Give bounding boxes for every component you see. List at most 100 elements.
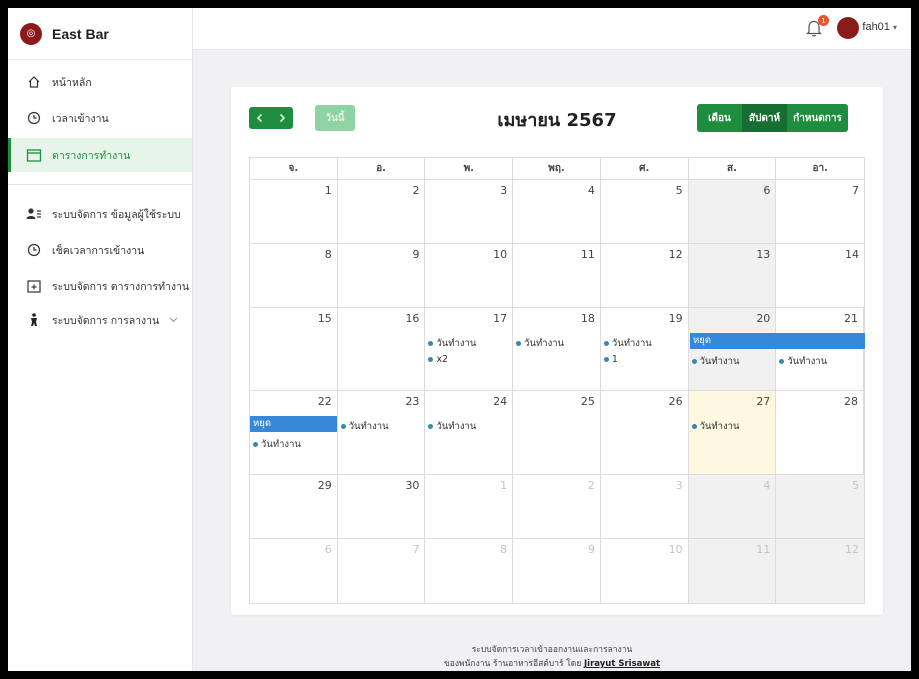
event-label: วันทำงาน: [611, 338, 652, 349]
sidebar-item-check-attendance[interactable]: เช็คเวลาการเข้างาน: [8, 236, 192, 264]
day-cell[interactable]: 22 วันทำงาน: [250, 391, 338, 474]
brand[interactable]: ◎ East Bar: [8, 8, 192, 60]
event-workday[interactable]: วันทำงาน: [253, 437, 301, 452]
day-cell[interactable]: 13: [688, 244, 777, 307]
sidebar-item-schedule-management[interactable]: ระบบจัดการ ตารางการทำงาน: [8, 272, 192, 300]
day-number: 16: [405, 312, 420, 325]
day-cell[interactable]: 18 วันทำงาน: [513, 308, 601, 390]
event-workday[interactable]: วันทำงาน: [691, 354, 740, 369]
event-x2[interactable]: x2: [428, 354, 448, 365]
day-cell[interactable]: 8: [425, 539, 514, 603]
day-cell[interactable]: 15: [250, 308, 338, 390]
sidebar-item-work-schedule[interactable]: ตารางการทำงาน: [8, 138, 192, 172]
day-cell[interactable]: 29: [250, 475, 338, 538]
day-cell[interactable]: 2: [513, 475, 601, 538]
sidebar-item-leave-management[interactable]: ระบบจัดการ การลางาน: [8, 306, 192, 334]
day-cell[interactable]: 7: [776, 180, 864, 243]
day-cell[interactable]: 8: [250, 244, 338, 307]
day-number: 20: [756, 312, 771, 325]
event-workday[interactable]: วันทำงาน: [428, 336, 476, 351]
day-cell[interactable]: 10: [601, 539, 689, 603]
weekday-label: พ.: [425, 158, 514, 179]
day-number: 5: [675, 184, 683, 197]
day-cell[interactable]: 19 วันทำงาน 1: [601, 308, 689, 390]
day-cell[interactable]: 24 วันทำงาน: [425, 391, 514, 474]
sidebar-item-checkin-time[interactable]: เวลาเข้างาน: [8, 104, 192, 132]
event-workday[interactable]: วันทำงาน: [428, 419, 476, 434]
event-workday[interactable]: วันทำงาน: [779, 354, 827, 369]
event-workday[interactable]: วันทำงาน: [603, 336, 652, 351]
weekday-header: จ. อ. พ. พฤ. ศ. ส. อา.: [250, 158, 864, 180]
day-number: 15: [317, 312, 332, 325]
event-one[interactable]: 1: [603, 354, 618, 365]
day-cell[interactable]: 12: [776, 539, 865, 603]
day-cell[interactable]: 20 วันทำงาน: [688, 308, 777, 390]
day-number: 26: [668, 395, 683, 408]
author-link[interactable]: Jirayut Srisawat: [584, 659, 660, 669]
day-cell[interactable]: 4: [513, 180, 601, 243]
day-cell[interactable]: 2: [338, 180, 426, 243]
day-cell[interactable]: 11: [513, 244, 601, 307]
day-cell[interactable]: 4: [688, 475, 777, 538]
day-cell[interactable]: 1: [250, 180, 338, 243]
sidebar-item-label: เช็คเวลาการเข้างาน: [52, 244, 145, 257]
event-dot: [340, 424, 346, 429]
event-workday[interactable]: วันทำงาน: [691, 419, 740, 434]
day-cell[interactable]: 26: [601, 391, 689, 474]
holiday-event-bar[interactable]: หยุด: [250, 416, 337, 432]
view-week-button[interactable]: สัปดาห์: [742, 104, 787, 132]
day-number: 25: [580, 395, 595, 408]
day-cell[interactable]: 3: [601, 475, 689, 538]
event-workday[interactable]: วันทำงาน: [340, 419, 389, 434]
day-cell[interactable]: 7: [338, 539, 426, 603]
event-dot: [428, 424, 434, 429]
day-cell[interactable]: 6: [250, 539, 338, 603]
day-number: 7: [852, 184, 860, 197]
calendar-week: 8 9 10 11 12 13 14: [250, 244, 864, 308]
holiday-event-bar[interactable]: หยุด: [690, 333, 865, 349]
day-cell[interactable]: 10: [425, 244, 514, 307]
day-cell-today[interactable]: 27 วันทำงาน: [688, 391, 777, 474]
day-cell[interactable]: 17 วันทำงาน x2: [425, 308, 514, 390]
day-cell[interactable]: 28: [776, 391, 865, 474]
weekday-label: จ.: [250, 158, 338, 179]
sidebar-item-user-management[interactable]: ระบบจัดการ ข้อมูลผู้ใช้ระบบ: [8, 200, 192, 228]
day-cell[interactable]: 16: [338, 308, 426, 390]
day-number: 10: [493, 248, 508, 261]
event-dot: [603, 357, 609, 362]
calendar-card: วันนี้ เมษายน 2567 เดือน สัปดาห์ กำหนดกา…: [231, 87, 883, 615]
sidebar-divider: [8, 184, 192, 185]
day-cell[interactable]: 1: [425, 475, 514, 538]
weekday-label: ศ.: [601, 158, 689, 179]
day-cell[interactable]: 11: [688, 539, 777, 603]
day-cell[interactable]: 21 วันทำงาน: [776, 308, 865, 390]
day-cell[interactable]: 3: [425, 180, 514, 243]
user-menu[interactable]: fah01 ▾: [862, 21, 897, 33]
day-cell[interactable]: 12: [601, 244, 689, 307]
day-number: 13: [756, 248, 771, 261]
day-cell[interactable]: 5: [776, 475, 865, 538]
event-dot: [428, 341, 434, 346]
view-schedule-button[interactable]: กำหนดการ: [787, 104, 848, 132]
calendar-week: 6 7 8 9 10 11 12: [250, 539, 865, 603]
sidebar-item-label: ระบบจัดการ ตารางการทำงาน: [52, 280, 190, 293]
notification-badge: 1: [818, 15, 829, 26]
day-cell[interactable]: 9: [513, 539, 601, 603]
notification-bell[interactable]: 1: [805, 15, 829, 38]
avatar[interactable]: [837, 17, 859, 39]
event-label: วันทำงาน: [348, 421, 389, 432]
day-cell[interactable]: 6: [688, 180, 777, 243]
day-cell[interactable]: 25: [513, 391, 601, 474]
day-cell[interactable]: 9: [338, 244, 426, 307]
event-label: วันทำงาน: [699, 356, 740, 367]
event-workday[interactable]: วันทำงาน: [516, 336, 564, 351]
view-month-button[interactable]: เดือน: [697, 104, 742, 132]
day-cell[interactable]: 5: [601, 180, 689, 243]
sidebar-item-label: เวลาเข้างาน: [52, 112, 109, 125]
day-cell[interactable]: 30: [338, 475, 426, 538]
sidebar-item-home[interactable]: หน้าหลัก: [8, 68, 192, 96]
day-cell[interactable]: 14: [776, 244, 864, 307]
users-list-icon: [26, 206, 42, 222]
day-cell[interactable]: 23 วันทำงาน: [338, 391, 426, 474]
view-switcher: เดือน สัปดาห์ กำหนดการ: [697, 104, 848, 132]
